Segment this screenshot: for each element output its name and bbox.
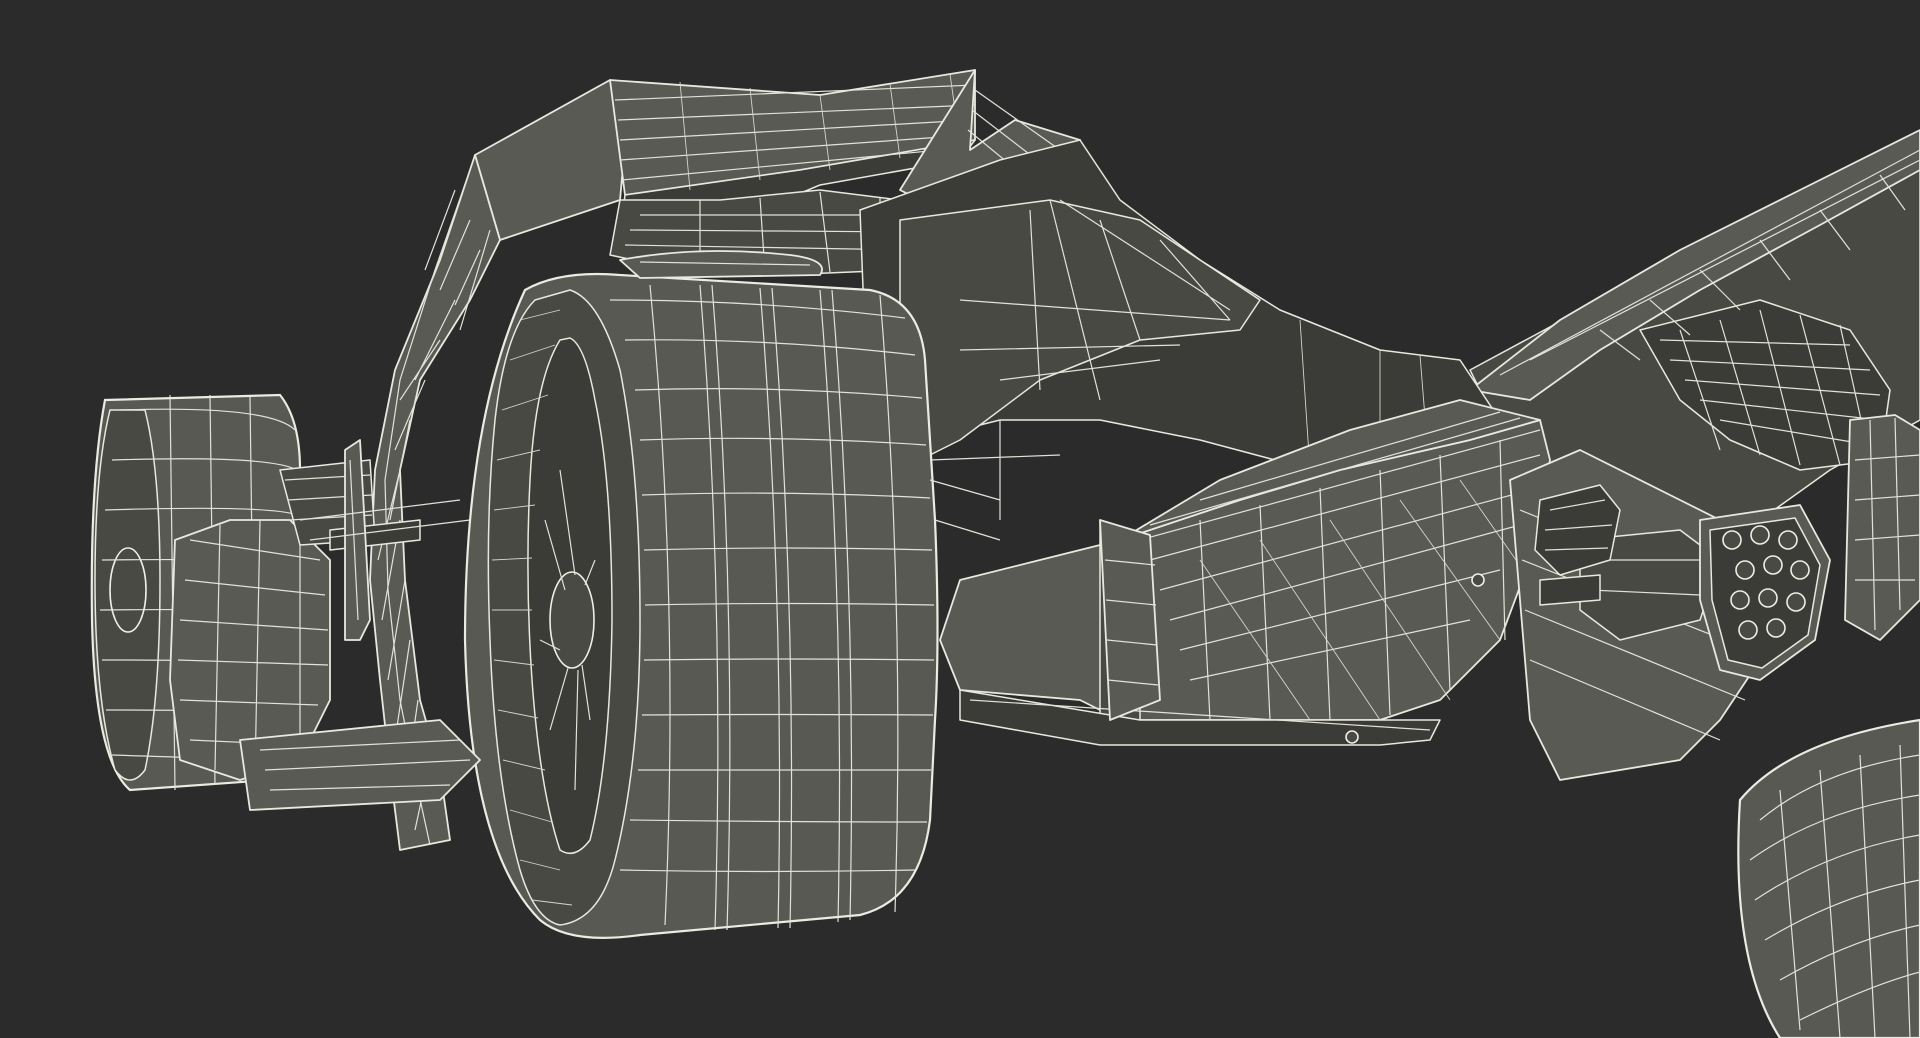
exhaust-port — [1534, 484, 1621, 576]
wireframe-render — [0, 0, 1920, 1038]
render-viewport — [0, 0, 1920, 1038]
bolt-icon — [1345, 730, 1359, 744]
front-right-tire — [463, 272, 939, 939]
tire-fender-cap — [619, 250, 823, 279]
bolt-icon — [1471, 573, 1485, 587]
